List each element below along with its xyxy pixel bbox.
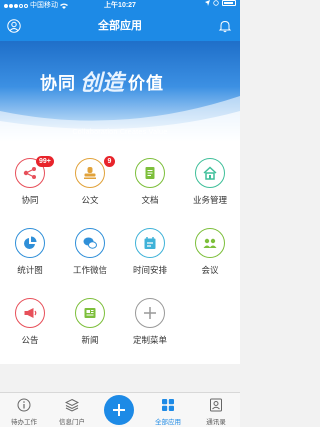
- location-icon: [205, 0, 210, 6]
- banner-title-part-2: 创造: [80, 70, 125, 96]
- bell-icon[interactable]: [218, 19, 232, 33]
- app-tongjitu[interactable]: 统计图: [0, 212, 60, 280]
- app-xinwen[interactable]: 新闻: [60, 282, 120, 350]
- badge-count: 99+: [36, 156, 54, 167]
- app-label: 公告: [21, 335, 39, 345]
- app-label: 文档: [141, 195, 159, 205]
- status-time: 上午10:27: [104, 2, 136, 9]
- news-icon: [75, 298, 105, 328]
- app-label: 公文: [81, 195, 99, 205]
- stamp-icon: [75, 158, 105, 188]
- add-button[interactable]: [104, 395, 134, 425]
- tab-contacts[interactable]: 通讯录: [192, 393, 240, 427]
- tab-label: 待办工作: [11, 419, 37, 426]
- app-label: 会议: [201, 265, 219, 275]
- status-bar: 中国移动 上午10:27: [0, 0, 240, 11]
- app-yewuguanli[interactable]: 业务管理: [180, 142, 240, 210]
- app-label: 统计图: [17, 265, 43, 275]
- plus-icon: [113, 404, 125, 416]
- app-label: 协同: [21, 195, 39, 205]
- tab-label: 信息门户: [59, 419, 85, 426]
- tab-all-apps[interactable]: 全部应用: [144, 393, 192, 427]
- app-gonggao[interactable]: 公告: [0, 282, 60, 350]
- banner-subtitle: Collaboration Creates Value: [72, 129, 168, 136]
- app-shijiananpai[interactable]: 时间安排: [120, 212, 180, 280]
- hero-banner: 协同 创造 价值 Collaboration Creates Value: [0, 41, 240, 142]
- tab-label: 全部应用: [155, 419, 181, 426]
- app-xietong[interactable]: 99+ 协同: [0, 142, 60, 210]
- layers-icon: [65, 398, 79, 412]
- pie-chart-icon: [15, 228, 45, 258]
- banner-title-part-3: 价值: [128, 73, 165, 93]
- tab-portal[interactable]: 信息门户: [48, 393, 96, 427]
- contact-card-icon: [210, 398, 222, 412]
- app-label: 新闻: [81, 335, 99, 345]
- battery-icon: [222, 0, 236, 6]
- tab-label: 通讯录: [206, 419, 226, 426]
- app-label: 时间安排: [132, 265, 167, 275]
- banner-title-part-1: 协同: [40, 73, 76, 93]
- badge-count: 9: [104, 156, 115, 167]
- people-icon: [195, 228, 225, 258]
- document-icon: [135, 158, 165, 188]
- calendar-icon: [135, 228, 165, 258]
- nav-bar: 全部应用: [0, 11, 240, 41]
- app-label: 业务管理: [192, 195, 227, 205]
- chat-bubbles-icon: [75, 228, 105, 258]
- app-wendang[interactable]: 文档: [120, 142, 180, 210]
- megaphone-icon: [15, 298, 45, 328]
- app-label: 定制菜单: [132, 335, 167, 345]
- plus-icon: [135, 298, 165, 328]
- banner-title: 协同 创造 价值: [40, 65, 164, 97]
- app-dingzhicaidan[interactable]: 定制菜单: [120, 282, 180, 350]
- page-title: 全部应用: [98, 20, 142, 32]
- info-circle-icon: [17, 398, 31, 412]
- app-gongzuoweixin[interactable]: 工作微信: [60, 212, 120, 280]
- house-icon: [195, 158, 225, 188]
- app-label: 工作微信: [72, 265, 107, 275]
- alarm-icon: [213, 0, 219, 6]
- grid-icon: [162, 399, 174, 411]
- app-huiyi[interactable]: 会议: [180, 212, 240, 280]
- app-gongwen[interactable]: 9 公文: [60, 142, 120, 210]
- tab-todo[interactable]: 待办工作: [0, 393, 48, 427]
- app-grid: 99+ 协同 9 公文 文档 业务管理 统计图 工作微信 时间安排 会议 公告 …: [0, 142, 240, 364]
